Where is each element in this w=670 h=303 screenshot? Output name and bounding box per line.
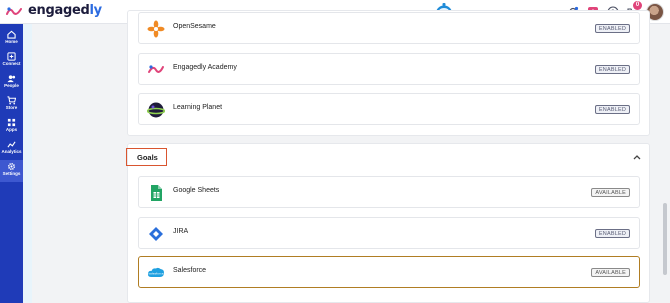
sidebar-item-home[interactable]: Home xyxy=(0,28,23,50)
people-icon xyxy=(7,75,16,83)
collapse-chevron-up-icon[interactable] xyxy=(633,154,641,160)
integration-card-opensesame[interactable]: OpenSesame ENABLED xyxy=(138,12,640,44)
sidebar-item-label: Apps xyxy=(5,127,18,132)
sidebar-item-label: Home xyxy=(5,39,18,44)
salesforce-logo-icon: salesforce xyxy=(147,267,165,277)
engagedly-logo-icon xyxy=(6,7,22,15)
apps-icon xyxy=(7,118,16,127)
sidebar-item-connect[interactable]: Connect xyxy=(0,50,23,72)
status-badge: AVAILABLE xyxy=(591,268,630,277)
sidebar-item-label: Store xyxy=(5,105,18,110)
cart-icon xyxy=(7,96,16,105)
connect-icon xyxy=(7,52,16,61)
sidebar-item-label: Analytics xyxy=(1,149,22,154)
sidebar-edge xyxy=(23,24,32,303)
status-badge: ENABLED xyxy=(594,105,630,114)
google-sheets-logo-icon xyxy=(151,185,162,201)
sidebar-item-people[interactable]: People xyxy=(0,72,23,94)
sidebar-item-label: People xyxy=(4,83,19,88)
engagedly-academy-logo-icon xyxy=(148,65,164,73)
integration-name: Learning Planet xyxy=(173,104,223,111)
status-badge: ENABLED xyxy=(594,229,630,238)
opensesame-logo-icon xyxy=(147,20,165,38)
svg-text:salesforce: salesforce xyxy=(148,272,163,276)
integration-name: Engagedly Academy xyxy=(173,64,237,71)
integration-name: JIRA xyxy=(173,228,189,235)
sidebar-item-analytics[interactable]: Analytics xyxy=(0,138,23,160)
integration-card-jira[interactable]: JIRA ENABLED xyxy=(138,217,640,249)
home-icon xyxy=(7,30,16,39)
section-title-goals: Goals xyxy=(137,153,158,162)
scrollbar-thumb[interactable] xyxy=(663,203,667,275)
sidebar-item-settings[interactable]: Settings xyxy=(0,160,23,182)
left-sidebar: Home Connect People Store Apps Analytics… xyxy=(0,24,23,303)
gear-icon xyxy=(7,162,16,171)
logo-text-main: engaged xyxy=(28,3,90,18)
integration-card-engagedly-academy[interactable]: Engagedly Academy ENABLED xyxy=(138,53,640,85)
jira-logo-icon xyxy=(149,227,163,241)
integration-name: Salesforce xyxy=(173,267,207,274)
sidebar-item-label: Settings xyxy=(2,171,21,176)
integration-card-google-sheets[interactable]: Google Sheets AVAILABLE xyxy=(138,176,640,208)
status-badge: ENABLED xyxy=(594,65,630,74)
status-badge: ENABLED xyxy=(594,24,630,33)
logo-text-accent: ly xyxy=(89,3,102,18)
notification-count-badge: 0 xyxy=(633,1,642,10)
sidebar-item-store[interactable]: Store xyxy=(0,94,23,116)
sidebar-item-apps[interactable]: Apps xyxy=(0,116,23,138)
integration-name: OpenSesame xyxy=(173,23,216,30)
analytics-icon xyxy=(7,141,16,148)
integration-card-learning-planet[interactable]: Learning Planet ENABLED xyxy=(138,93,640,125)
learning-planet-logo-icon xyxy=(147,102,165,118)
app-logo[interactable]: engagedly xyxy=(28,3,102,18)
sidebar-item-label: Connect xyxy=(2,61,21,66)
integration-name: Google Sheets xyxy=(173,187,220,194)
status-badge: AVAILABLE xyxy=(591,188,630,197)
integration-card-salesforce[interactable]: salesforce Salesforce AVAILABLE xyxy=(138,256,640,288)
